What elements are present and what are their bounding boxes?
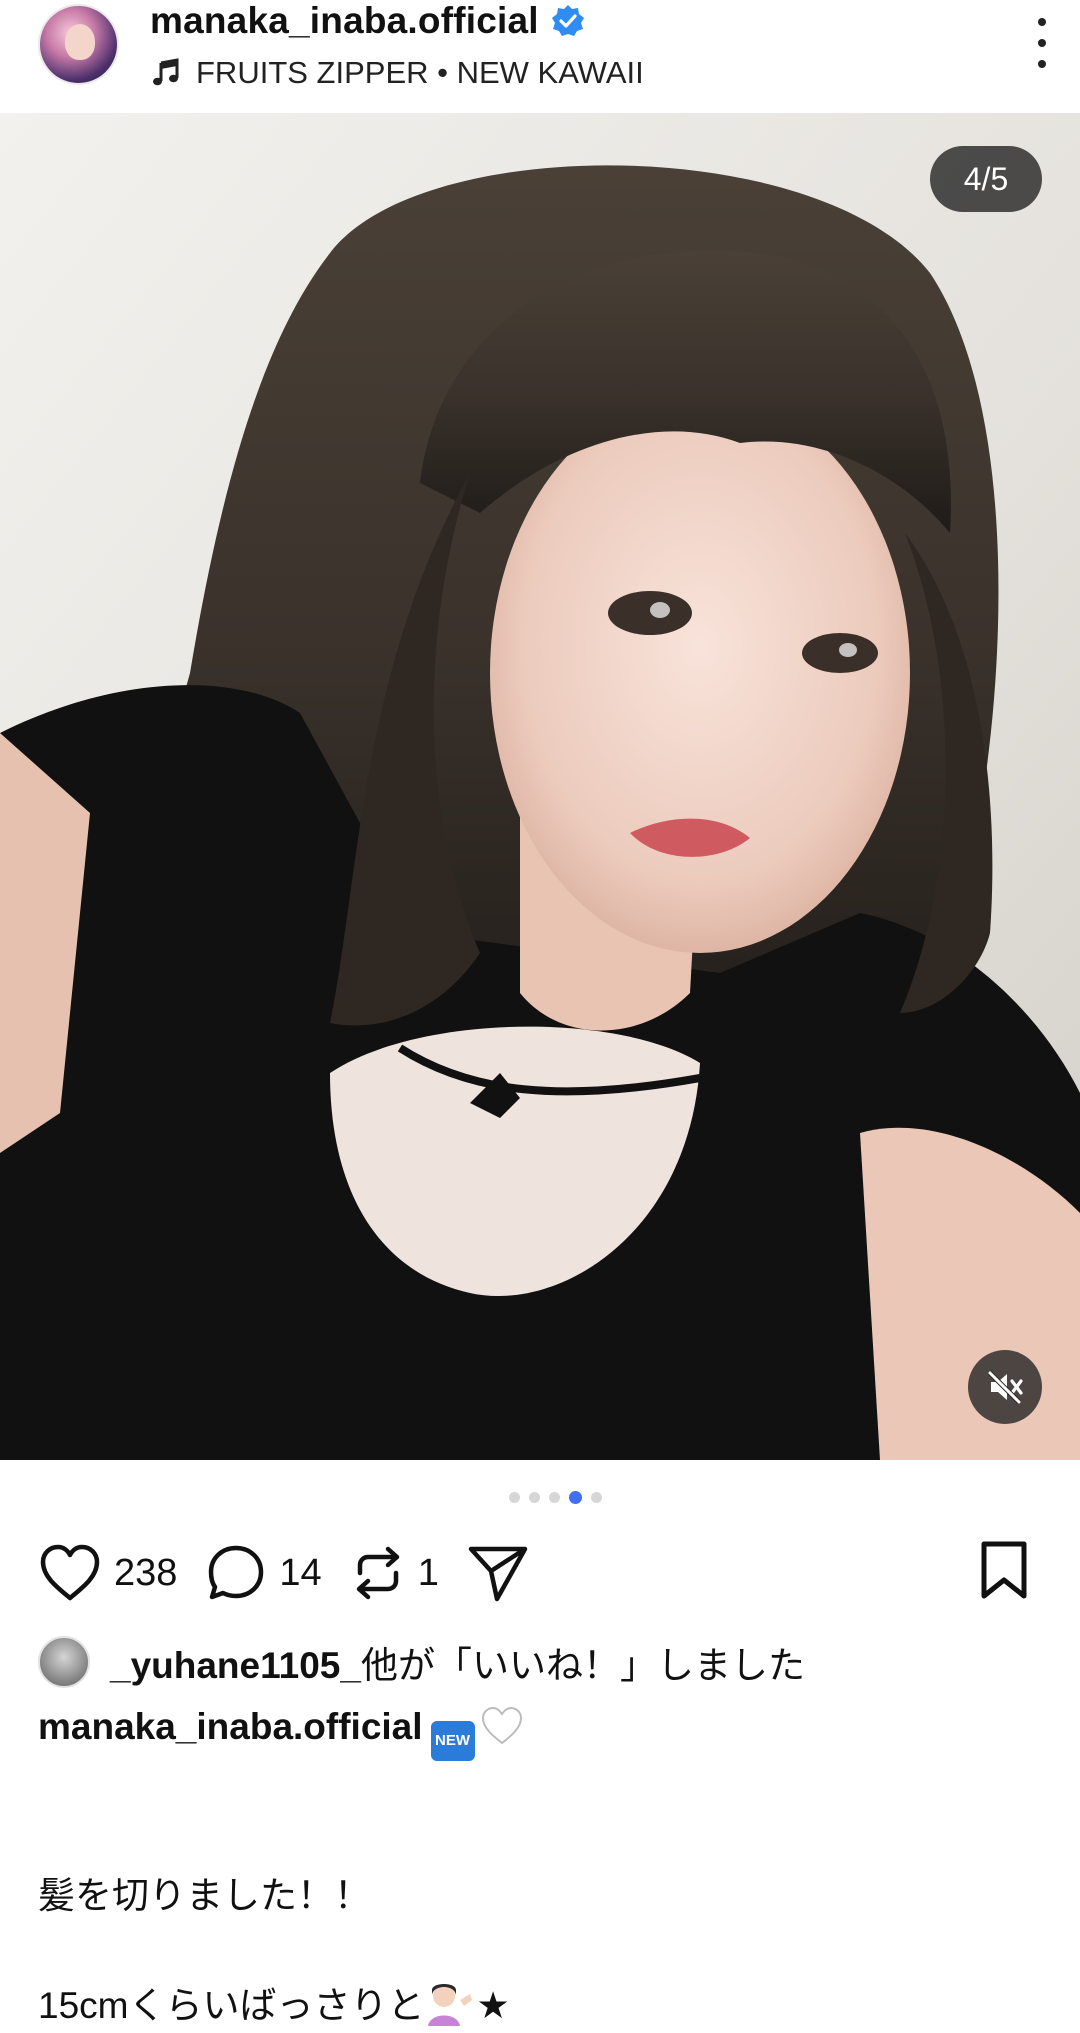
speaker-muted-icon: [988, 1371, 1023, 1404]
person-tipping-hand-emoji-icon: [428, 1984, 473, 2026]
music-track-label: FRUITS ZIPPER • NEW KAWAII: [196, 55, 644, 90]
username-row: manaka_inaba.official: [150, 0, 585, 42]
slide-counter: 4/5: [930, 146, 1042, 212]
repost-count: 1: [417, 1551, 439, 1594]
more-options-icon[interactable]: [1030, 18, 1054, 68]
username-link[interactable]: manaka_inaba.official: [150, 0, 539, 42]
heart-icon: [40, 1544, 100, 1601]
liked-by-suffix: 他が「いいね！」しました: [360, 1645, 805, 1686]
carousel-dot-active: [568, 1491, 582, 1504]
comment-button[interactable]: 14: [205, 1542, 322, 1604]
liker-avatar[interactable]: [38, 1636, 90, 1688]
send-icon: [468, 1546, 528, 1602]
post-caption: manaka_inaba.official NEW 髪を切りました！！ 15cmく…: [38, 1700, 1048, 2033]
caption-line-blank: [38, 1923, 1048, 1977]
new-emoji-badge: NEW: [430, 1721, 475, 1761]
caption-text: 15cmくらいばっさりと: [38, 1985, 425, 2026]
share-button[interactable]: [467, 1543, 529, 1603]
repost-button[interactable]: 1: [350, 1543, 439, 1603]
caption-first-line: manaka_inaba.official NEW: [38, 1700, 1048, 1761]
liker-username[interactable]: _yuhane1105_: [110, 1645, 361, 1686]
selfie-image: [0, 113, 1080, 1460]
carousel-dot: [548, 1492, 560, 1503]
action-bar: 238 14 1: [38, 1534, 557, 1612]
carousel-dot: [590, 1492, 602, 1503]
bookmark-icon[interactable]: [978, 1540, 1030, 1600]
caption-line-blank: [38, 1761, 1048, 1815]
caption-line: 髪を切りました！！: [38, 1875, 371, 1916]
liked-by-row[interactable]: _yuhane1105_他が「いいね！」しました: [38, 1634, 805, 1690]
carousel-dot: [508, 1492, 520, 1503]
post-header: manaka_inaba.official FRUITS ZIPPER • NE…: [0, 0, 1080, 113]
mute-button[interactable]: [968, 1350, 1042, 1424]
like-button[interactable]: 238: [38, 1543, 177, 1603]
liked-by-text: _yuhane1105_他が「いいね！」しました: [110, 1635, 805, 1689]
caption-line: 15cmくらいばっさりと ★: [38, 1979, 1048, 2033]
carousel-dot: [528, 1492, 540, 1503]
white-heart-emoji-icon: [481, 1706, 522, 1745]
music-note-icon: [153, 58, 179, 86]
comment-bubble-icon: [209, 1545, 264, 1600]
caption-username[interactable]: manaka_inaba.official: [38, 1706, 423, 1747]
caption-star: ★: [476, 1985, 510, 2026]
music-row[interactable]: FRUITS ZIPPER • NEW KAWAII: [150, 52, 644, 94]
verified-badge-icon: [551, 5, 584, 36]
comment-count: 14: [279, 1551, 322, 1594]
repost-icon: [356, 1546, 399, 1600]
post-photo[interactable]: 4/5: [0, 113, 1080, 1460]
carousel-indicator: [0, 1491, 1080, 1508]
profile-avatar[interactable]: [38, 4, 119, 85]
like-count: 238: [114, 1551, 178, 1594]
